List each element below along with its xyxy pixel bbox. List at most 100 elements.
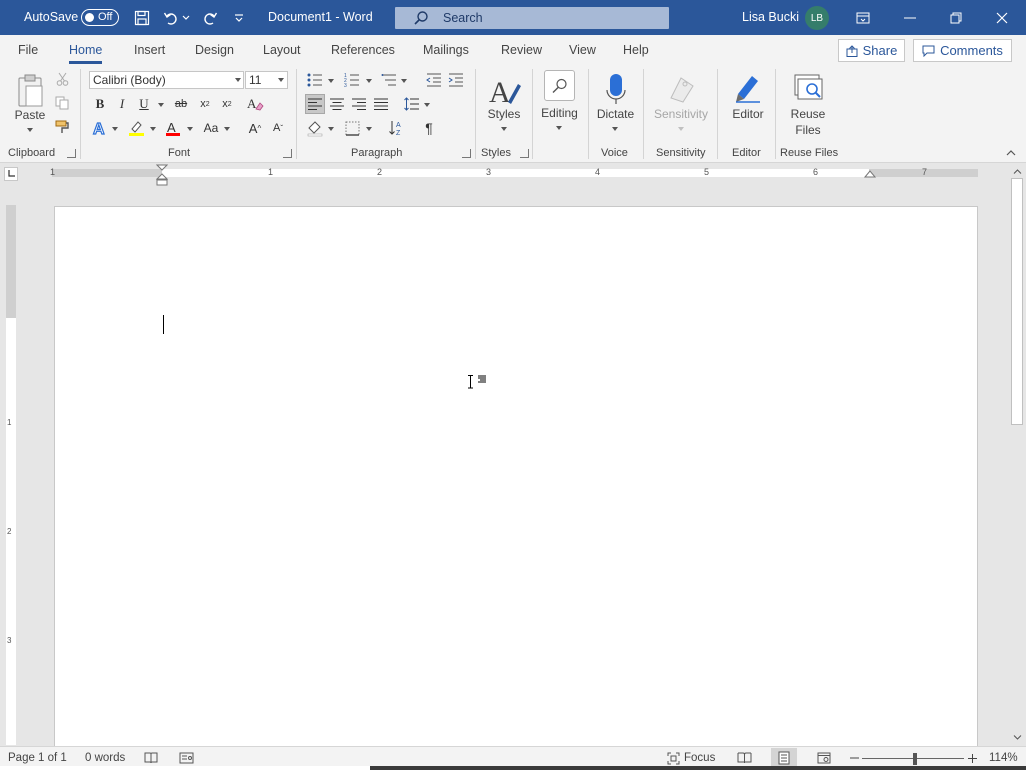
styles-launcher-icon[interactable] (520, 149, 529, 158)
superscript-icon[interactable]: x2 (218, 95, 236, 113)
scroll-down-icon[interactable] (1012, 733, 1022, 741)
autosave-toggle[interactable]: Off (81, 9, 119, 26)
sort-icon[interactable]: AZ (388, 119, 406, 137)
microphone-icon[interactable] (602, 70, 630, 108)
font-color-icon[interactable]: A (164, 119, 182, 137)
shading-dropdown-icon[interactable] (328, 127, 334, 131)
page-count[interactable]: Page 1 of 1 (8, 752, 67, 764)
reuse-files-icon[interactable] (790, 70, 826, 106)
styles-dropdown-icon[interactable] (501, 127, 507, 131)
chevron-down-icon[interactable] (235, 78, 241, 82)
multilevel-dropdown-icon[interactable] (401, 79, 407, 83)
tab-home[interactable]: Home (69, 43, 103, 64)
paste-icon[interactable] (12, 71, 48, 111)
zoom-in-icon[interactable] (966, 751, 978, 765)
find-icon[interactable] (544, 70, 575, 101)
italic-icon[interactable]: I (114, 95, 130, 113)
share-button[interactable]: Share (838, 39, 905, 62)
avatar[interactable]: LB (805, 6, 829, 30)
clipboard-launcher-icon[interactable] (67, 149, 76, 158)
font-launcher-icon[interactable] (283, 149, 292, 158)
change-case-dropdown-icon[interactable] (224, 127, 230, 131)
tab-layout[interactable]: Layout (263, 43, 301, 57)
borders-icon[interactable] (343, 119, 361, 137)
tab-references[interactable]: References (331, 43, 395, 57)
redo-icon[interactable] (200, 8, 220, 28)
web-layout-icon[interactable] (816, 751, 832, 765)
shading-icon[interactable] (306, 119, 324, 137)
tab-insert[interactable]: Insert (134, 43, 165, 57)
tab-selector-icon[interactable] (4, 167, 18, 181)
proofing-icon[interactable] (144, 751, 158, 765)
zoom-level[interactable]: 114% (989, 752, 1018, 764)
indent-marker-icon[interactable] (156, 164, 168, 186)
horizontal-ruler[interactable]: 1 1 2 3 4 5 6 7 (0, 163, 1026, 186)
focus-icon[interactable] (665, 751, 681, 765)
font-color-dropdown-icon[interactable] (187, 127, 193, 131)
paste-dropdown-icon[interactable] (27, 128, 33, 132)
accessibility-icon[interactable] (178, 751, 194, 765)
scroll-up-icon[interactable] (1012, 167, 1022, 175)
search-input[interactable] (443, 11, 643, 25)
font-name-dropdown[interactable]: Calibri (Body) (89, 71, 244, 89)
paste-label[interactable]: Paste (14, 107, 46, 123)
editing-label[interactable]: Editing (536, 105, 583, 121)
tab-file[interactable]: File (18, 43, 38, 57)
align-right-icon[interactable] (350, 95, 368, 113)
print-layout-icon[interactable] (771, 748, 797, 768)
bullets-icon[interactable] (306, 71, 324, 89)
styles-icon[interactable]: A (485, 71, 523, 109)
copy-icon[interactable] (54, 95, 70, 111)
highlight-icon[interactable] (127, 119, 145, 137)
collapse-ribbon-icon[interactable] (1004, 147, 1018, 159)
editor-icon[interactable] (731, 70, 765, 106)
document-page[interactable] (54, 206, 978, 751)
ribbon-display-options-icon[interactable] (840, 0, 886, 35)
tab-review[interactable]: Review (501, 43, 542, 57)
align-center-icon[interactable] (328, 95, 346, 113)
reuse-files-label-line2[interactable]: Files (784, 122, 832, 138)
user-name[interactable]: Lisa Bucki (742, 10, 799, 24)
vertical-scrollbar[interactable] (1008, 163, 1026, 746)
text-effects-icon[interactable]: A (92, 119, 108, 137)
increase-indent-icon[interactable] (447, 71, 465, 89)
clear-formatting-icon[interactable]: A (246, 95, 264, 113)
dictate-label[interactable]: Dictate (592, 106, 639, 122)
word-count[interactable]: 0 words (85, 752, 125, 764)
underline-icon[interactable]: U (136, 95, 152, 113)
tab-design[interactable]: Design (195, 43, 234, 57)
undo-icon[interactable] (161, 8, 181, 28)
styles-label[interactable]: Styles (484, 106, 524, 122)
line-spacing-icon[interactable] (403, 95, 421, 113)
line-spacing-dropdown-icon[interactable] (424, 103, 430, 107)
editor-label[interactable]: Editor (724, 106, 772, 122)
format-painter-icon[interactable] (54, 119, 70, 135)
numbering-icon[interactable]: 123 (343, 71, 361, 89)
grow-font-icon[interactable]: A ^ (246, 119, 264, 137)
change-case-icon[interactable]: Aa (200, 119, 222, 137)
borders-dropdown-icon[interactable] (366, 127, 372, 131)
right-indent-marker-icon[interactable] (864, 169, 876, 179)
zoom-slider-thumb[interactable] (913, 753, 917, 765)
editing-dropdown-icon[interactable] (556, 126, 562, 130)
save-icon[interactable] (132, 8, 152, 28)
numbering-dropdown-icon[interactable] (366, 79, 372, 83)
minimize-icon[interactable] (887, 0, 933, 35)
undo-dropdown-icon[interactable] (181, 8, 191, 28)
highlight-dropdown-icon[interactable] (150, 127, 156, 131)
focus-label[interactable]: Focus (684, 752, 715, 764)
customize-toolbar-icon[interactable] (229, 8, 249, 28)
dictate-dropdown-icon[interactable] (612, 127, 618, 131)
align-left-icon[interactable] (305, 94, 325, 114)
reuse-files-label-line1[interactable]: Reuse (784, 106, 832, 122)
shrink-font-icon[interactable]: Aˇ (269, 119, 287, 137)
tab-view[interactable]: View (569, 43, 596, 57)
cut-icon[interactable] (54, 71, 70, 87)
read-mode-icon[interactable] (736, 751, 752, 765)
search-box[interactable] (395, 7, 669, 29)
zoom-out-icon[interactable] (848, 751, 860, 765)
subscript-icon[interactable]: x2 (196, 95, 214, 113)
scrollbar-thumb[interactable] (1011, 178, 1023, 425)
bullets-dropdown-icon[interactable] (328, 79, 334, 83)
bold-icon[interactable]: B (92, 95, 108, 113)
